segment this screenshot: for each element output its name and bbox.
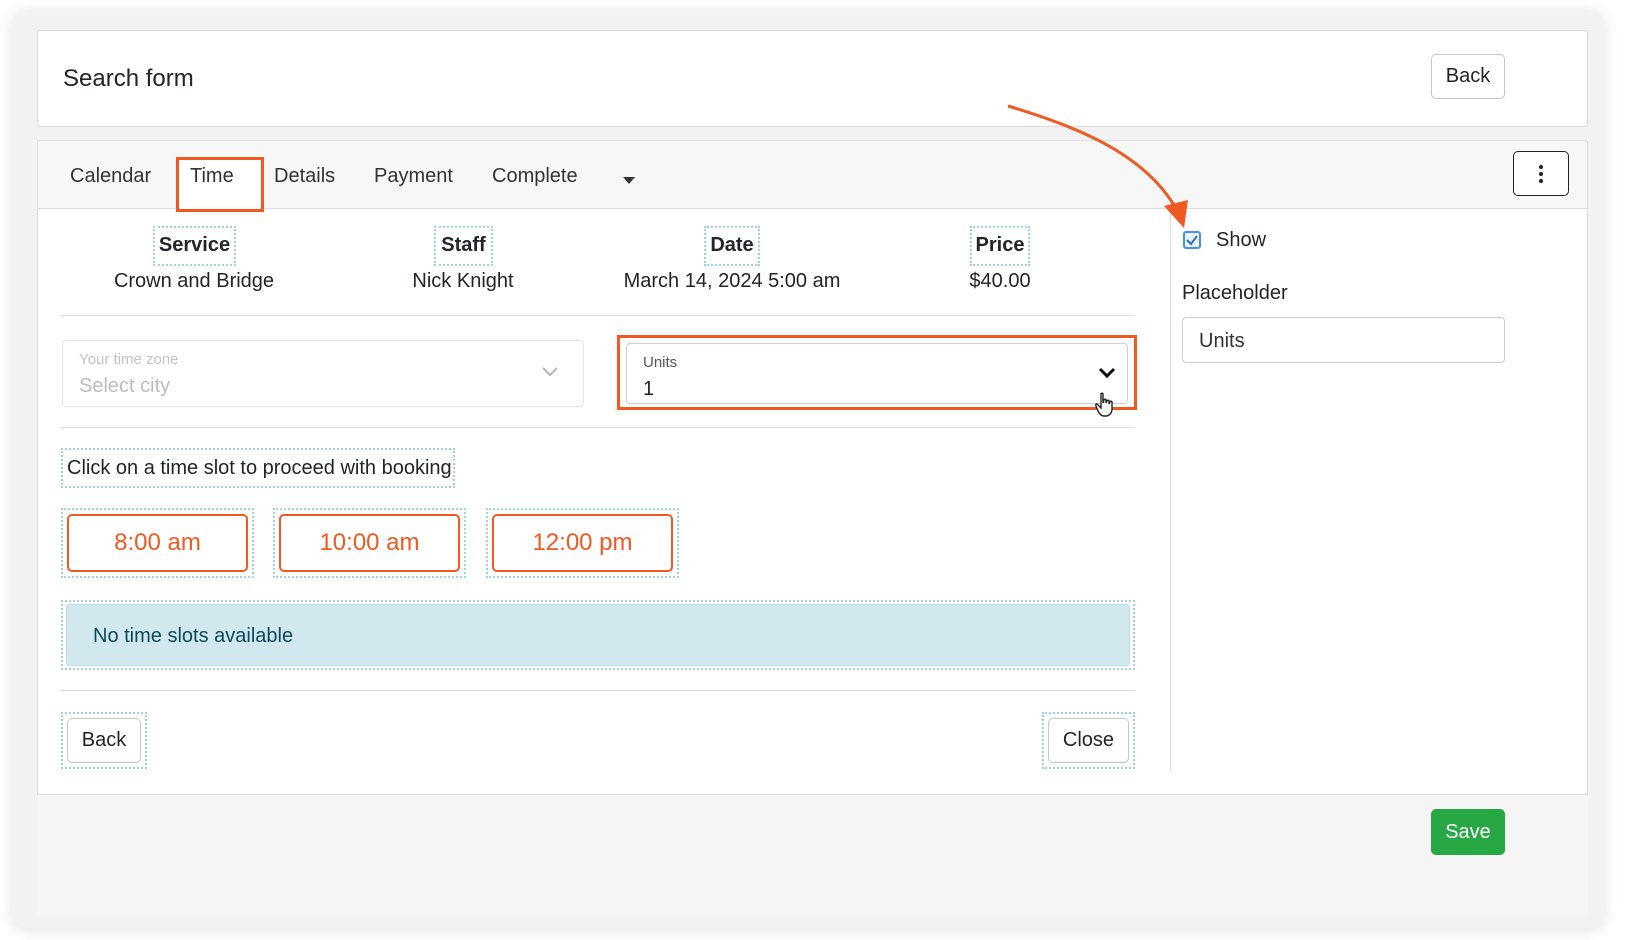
time-slot-button[interactable]: 8:00 am — [67, 514, 248, 572]
date-label: Date — [710, 234, 754, 256]
timezone-label: Your time zone — [79, 351, 179, 368]
units-select-highlight: Units 1 — [617, 335, 1137, 410]
placeholder-input[interactable]: Units — [1182, 317, 1505, 363]
tab-time[interactable]: Time — [190, 165, 234, 188]
show-label: Show — [1216, 229, 1267, 251]
tab-calendar[interactable]: Calendar — [70, 165, 151, 188]
page-title: Search form — [63, 65, 194, 92]
price-label: Price — [975, 234, 1025, 256]
placeholder-label: Placeholder — [1182, 282, 1288, 304]
close-button[interactable]: Close — [1048, 718, 1129, 763]
slot-wrapper: 10:00 am — [273, 508, 466, 578]
tab-payment[interactable]: Payment — [374, 165, 453, 188]
divider — [61, 690, 1135, 691]
units-select[interactable]: Units 1 — [626, 343, 1128, 404]
divider — [61, 315, 1135, 316]
checkmark-icon — [1186, 235, 1198, 246]
units-value: 1 — [643, 378, 655, 400]
service-value: Crown and Bridge — [113, 270, 275, 292]
header-card: Search form — [37, 30, 1588, 127]
staff-label: Staff — [441, 234, 486, 256]
more-options-icon[interactable] — [1513, 151, 1569, 196]
chevron-down-icon — [1098, 367, 1116, 379]
price-value: $40.00 — [969, 270, 1031, 292]
chevron-down-icon — [542, 367, 558, 377]
slot-wrapper: 8:00 am — [61, 508, 254, 578]
tab-bar: Calendar Time Details Payment Complete — [38, 141, 1587, 212]
timezone-placeholder: Select city — [79, 375, 171, 397]
tab-details[interactable]: Details — [274, 165, 335, 188]
hand-cursor-icon — [1095, 392, 1113, 417]
slot-wrapper: 12:00 pm — [486, 508, 679, 578]
divider — [61, 427, 1135, 428]
tab-complete[interactable]: Complete — [492, 165, 578, 188]
date-value: March 14, 2024 5:00 am — [623, 270, 841, 292]
timezone-select[interactable]: Your time zone Select city — [62, 340, 584, 407]
placeholder-input-value: Units — [1199, 330, 1245, 352]
service-label: Service — [158, 234, 231, 256]
units-label: Units — [643, 354, 678, 371]
back-button[interactable]: Back — [67, 718, 141, 763]
instruction-text: Click on a time slot to proceed with boo… — [67, 457, 452, 479]
footer-bar — [37, 794, 1588, 916]
sidebar-divider — [1170, 200, 1171, 770]
show-checkbox[interactable] — [1183, 231, 1201, 249]
no-slots-alert: No time slots available — [66, 604, 1130, 666]
staff-value: Nick Knight — [412, 270, 514, 292]
tabs-dropdown-caret-icon[interactable] — [623, 177, 635, 184]
header-back-button[interactable]: Back — [1431, 54, 1505, 99]
time-slot-button[interactable]: 12:00 pm — [492, 514, 673, 572]
time-slot-button[interactable]: 10:00 am — [279, 514, 460, 572]
save-button[interactable]: Save — [1431, 809, 1505, 855]
annotation-arrow-icon — [1007, 104, 1188, 228]
